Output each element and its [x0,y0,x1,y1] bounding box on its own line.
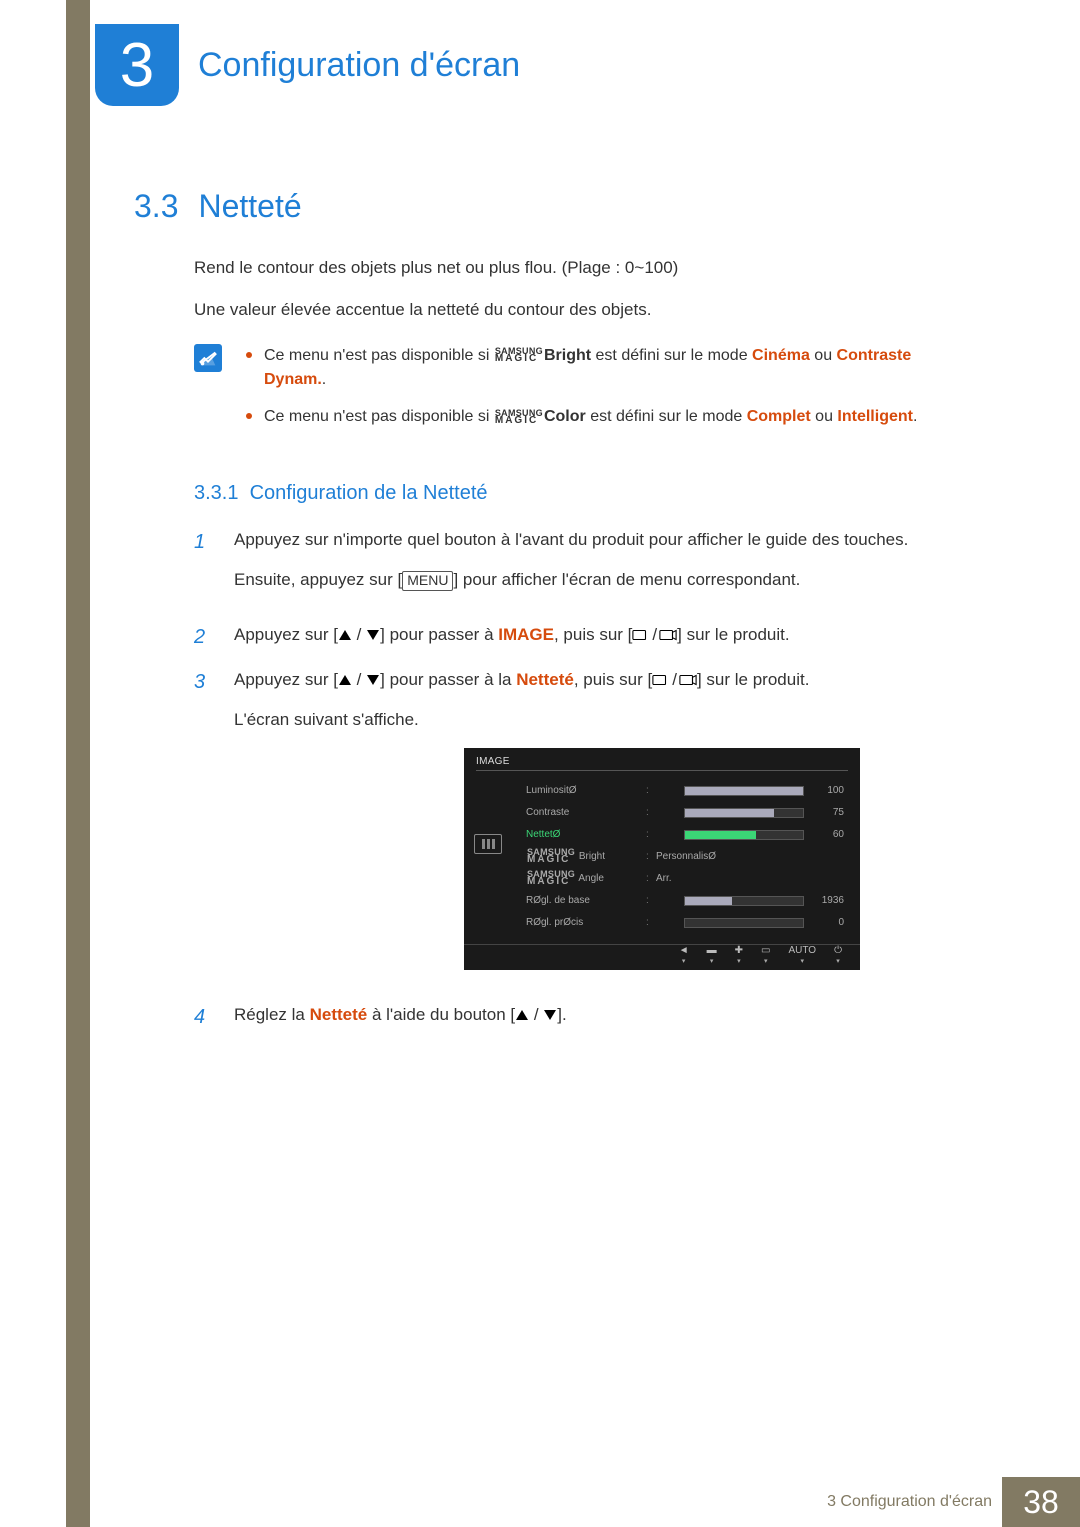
intro-line-1: Rend le contour des objets plus net ou p… [194,255,964,281]
chapter-title: Configuration d'écran [198,46,520,85]
step-1: 1 Appuyez sur n'importe quel bouton à l'… [194,527,964,608]
down-arrow-icon [367,675,379,685]
osd-row: NettetØ:60 [526,824,844,846]
osd-bottom-icon: ✚▾ [735,946,743,968]
subsection-number: 3.3.1 [194,482,238,504]
osd-row: RØgl. de base:1936 [526,890,844,912]
step-4: 4 Réglez la Netteté à l'aide du bouton [… [194,1002,964,1033]
down-arrow-icon [544,1010,556,1020]
osd-tab-label: IMAGE [476,754,510,770]
chapter-number-tab: 3 [95,24,179,106]
step-3: 3 Appuyez sur [ / ] pour passer à la Net… [194,667,964,988]
steps-list: 1 Appuyez sur n'importe quel bouton à l'… [194,527,964,1033]
side-stripe [66,0,90,1527]
intro-line-2: Une valeur élevée accentue la netteté du… [194,297,964,323]
osd-bottom-bar: ◄▾ ▬▾ ✚▾ ▭▾ AUTO▾ ⏻▾ [464,944,860,970]
osd-bottom-icon: AUTO▾ [788,946,816,968]
subsection-heading: 3.3.1 Configuration de la Netteté [194,482,964,505]
section-heading: 3.3 Netteté [134,188,964,225]
osd-row: LuminositØ:100 [526,780,844,802]
subsection-title: Configuration de la Netteté [250,482,488,504]
step-2: 2 Appuyez sur [ / ] pour passer à IMAGE,… [194,622,964,653]
content-area: 3.3 Netteté Rend le contour des objets p… [134,188,964,1047]
osd-bottom-icon: ▭▾ [761,946,770,968]
page-footer: 3 Configuration d'écran 38 [90,1477,1080,1527]
osd-row: SAMSUNGMAGIC Angle:Arr. [526,868,844,890]
section-number: 3.3 [134,188,194,225]
samsung-magic-logo: SAMSUNGMAGIC [495,410,543,425]
note-list: Ce menu n'est pas disponible si SAMSUNGM… [242,344,964,442]
enter-source-icons: / [652,667,697,693]
chapter-number: 3 [120,30,154,101]
enter-source-icons: / [632,622,677,648]
osd-row: RØgl. prØcis:0 [526,912,844,934]
osd-screenshot: IMAGE LuminositØ:100Contraste:75NettetØ:… [464,748,860,970]
footer-text: 3 Configuration d'écran [827,1493,992,1511]
note-block: Ce menu n'est pas disponible si SAMSUNGM… [194,344,964,442]
up-arrow-icon [516,1010,528,1020]
footer-page-number: 38 [1002,1477,1080,1527]
menu-key-label: MENU [402,571,453,590]
section-title: Netteté [198,188,301,224]
osd-rows: LuminositØ:100Contraste:75NettetØ:60SAMS… [526,780,844,934]
osd-row: Contraste:75 [526,802,844,824]
down-arrow-icon [367,630,379,640]
note-item-2: Ce menu n'est pas disponible si SAMSUNGM… [242,405,964,430]
intro-paragraphs: Rend le contour des objets plus net ou p… [194,255,964,324]
osd-bottom-icon: ▬▾ [707,946,717,968]
osd-side-icon [474,834,502,854]
up-arrow-icon [339,630,351,640]
osd-row: SAMSUNGMAGIC Bright:PersonnalisØ [526,846,844,868]
osd-bottom-icon: ◄▾ [679,946,689,968]
samsung-magic-logo: SAMSUNGMAGIC [495,348,543,363]
note-icon [194,344,222,372]
up-arrow-icon [339,675,351,685]
osd-bottom-icon: ⏻▾ [834,946,842,968]
note-item-1: Ce menu n'est pas disponible si SAMSUNGM… [242,344,964,394]
